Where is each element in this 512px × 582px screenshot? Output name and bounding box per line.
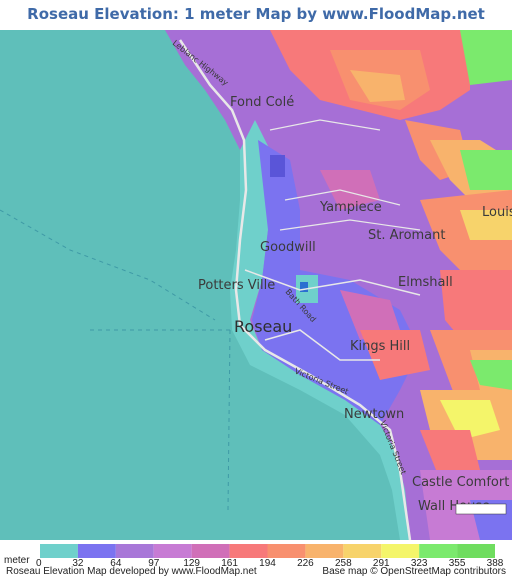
elevation-map[interactable]: Fond Colé Yampiece Louis St. Aromant Goo…: [0, 30, 512, 540]
place-label: St. Aromant: [368, 228, 446, 243]
legend-tick-label: 226: [297, 558, 314, 568]
place-label: Newtown: [344, 407, 404, 422]
place-label: Yampiece: [319, 200, 382, 215]
dark-zone: [270, 155, 285, 177]
legend-swatch: [343, 544, 382, 558]
map-title: Roseau Elevation: 1 meter Map by www.Flo…: [27, 5, 485, 51]
footer-credit: Roseau Elevation Map developed by www.Fl…: [6, 566, 257, 577]
legend-swatch: [40, 544, 78, 558]
legend-swatch: [381, 544, 420, 558]
legend-swatch: [191, 544, 230, 558]
legend-swatch: [153, 544, 192, 558]
place-label: Elmshall: [398, 275, 453, 290]
map-marker[interactable]: [455, 503, 507, 515]
elevation-legend: meter 0 32 64 97 129 161 194 226 258 291 323 355 388: [0, 540, 512, 568]
legend-swatch: [305, 544, 344, 558]
place-label: Kings Hill: [350, 339, 410, 354]
legend-swatch: [267, 544, 306, 558]
place-label: Roseau: [234, 317, 292, 336]
place-label: Castle Comfort: [412, 475, 509, 490]
place-label: Louis: [482, 205, 512, 220]
legend-swatch: [115, 544, 154, 558]
legend-unit: meter: [4, 555, 30, 566]
legend-swatch: [229, 544, 268, 558]
legend-swatch: [457, 544, 495, 558]
legend-swatch: [77, 544, 116, 558]
place-label: Goodwill: [260, 240, 316, 255]
legend-swatch: [419, 544, 458, 558]
legend-tick-label: 194: [259, 558, 276, 568]
place-label: Potters Ville: [198, 278, 275, 293]
place-label: Fond Colé: [230, 95, 294, 110]
footer-attribution: Base map © OpenStreetMap contributors: [322, 566, 506, 577]
